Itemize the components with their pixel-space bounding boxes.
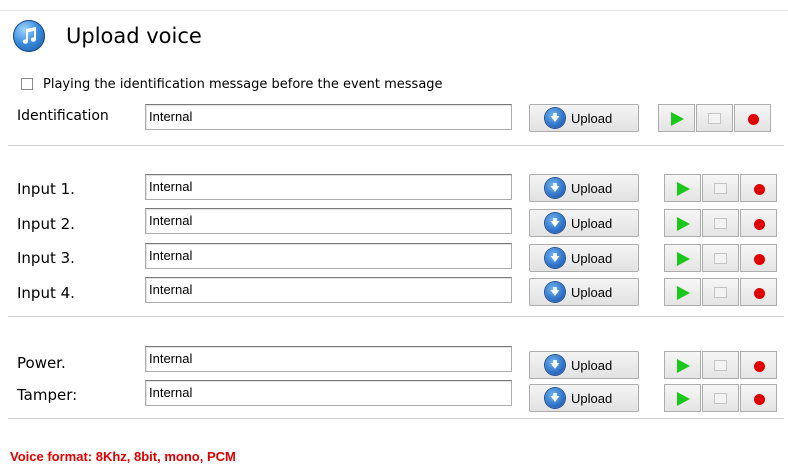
stop-button[interactable] <box>696 104 733 132</box>
input-1-field[interactable]: Internal <box>145 174 512 200</box>
input-2-playback-controls <box>664 209 777 237</box>
input-3-field[interactable]: Internal <box>145 243 512 269</box>
stop-icon <box>714 393 727 404</box>
stop-icon <box>708 113 721 124</box>
section-divider <box>8 418 784 419</box>
stop-icon <box>714 287 727 298</box>
identification-playback-controls <box>658 104 771 132</box>
record-icon <box>754 184 765 195</box>
play-button[interactable] <box>664 174 701 202</box>
upload-icon <box>545 213 565 233</box>
play-icon <box>677 217 690 231</box>
record-button[interactable] <box>740 351 777 379</box>
play-button[interactable] <box>664 278 701 306</box>
input-3-upload-button[interactable]: Upload <box>529 244 639 272</box>
stop-button[interactable] <box>702 351 739 379</box>
section-divider <box>8 316 784 317</box>
record-icon <box>748 114 759 125</box>
identification-checkbox[interactable] <box>21 78 33 90</box>
page-title: Upload voice <box>66 24 202 48</box>
play-icon <box>671 112 684 126</box>
play-icon <box>677 286 690 300</box>
record-button[interactable] <box>740 278 777 306</box>
upload-label: Upload <box>571 250 613 266</box>
play-button[interactable] <box>664 351 701 379</box>
row-label-tamper: Tamper: <box>17 386 78 404</box>
upload-icon <box>545 388 565 408</box>
input-3-playback-controls <box>664 244 777 272</box>
row-label-identification: Identification <box>17 108 109 124</box>
stop-button[interactable] <box>702 174 739 202</box>
stop-button[interactable] <box>702 278 739 306</box>
play-button[interactable] <box>664 209 701 237</box>
input-4-playback-controls <box>664 278 777 306</box>
identification-checkbox-row[interactable]: Playing the identification message befor… <box>21 75 443 93</box>
play-icon <box>677 359 690 373</box>
play-icon <box>677 252 690 266</box>
stop-button[interactable] <box>702 209 739 237</box>
stop-icon <box>714 360 727 371</box>
input-1-playback-controls <box>664 174 777 202</box>
record-button[interactable] <box>740 384 777 412</box>
power-playback-controls <box>664 351 777 379</box>
play-icon <box>677 392 690 406</box>
record-icon <box>754 254 765 265</box>
record-button[interactable] <box>734 104 771 132</box>
record-icon <box>754 288 765 299</box>
upload-label: Upload <box>571 390 613 406</box>
upload-icon <box>545 282 565 302</box>
tamper-playback-controls <box>664 384 777 412</box>
play-button[interactable] <box>664 244 701 272</box>
music-note-icon <box>13 20 45 52</box>
upload-label: Upload <box>571 110 613 126</box>
row-label-input-2: Input 2. <box>17 215 75 233</box>
power-upload-button[interactable]: Upload <box>529 351 639 379</box>
row-label-input-3: Input 3. <box>17 249 75 267</box>
input-2-field[interactable]: Internal <box>145 208 512 234</box>
tamper-upload-button[interactable]: Upload <box>529 384 639 412</box>
upload-label: Upload <box>571 357 613 373</box>
record-icon <box>754 394 765 405</box>
identification-upload-button[interactable]: Upload <box>529 104 639 132</box>
top-divider <box>0 10 788 11</box>
input-4-upload-button[interactable]: Upload <box>529 278 639 306</box>
play-button[interactable] <box>658 104 695 132</box>
power-field[interactable]: Internal <box>145 346 512 372</box>
stop-icon <box>714 253 727 264</box>
stop-button[interactable] <box>702 384 739 412</box>
upload-label: Upload <box>571 284 613 300</box>
upload-icon <box>545 108 565 128</box>
record-icon <box>754 219 765 230</box>
stop-icon <box>714 218 727 229</box>
upload-icon <box>545 355 565 375</box>
input-4-field[interactable]: Internal <box>145 277 512 303</box>
row-label-input-1: Input 1. <box>17 180 75 198</box>
input-1-upload-button[interactable]: Upload <box>529 174 639 202</box>
play-button[interactable] <box>664 384 701 412</box>
input-2-upload-button[interactable]: Upload <box>529 209 639 237</box>
identification-field[interactable]: Internal <box>145 104 512 130</box>
identification-checkbox-label: Playing the identification message befor… <box>43 76 443 92</box>
tamper-field[interactable]: Internal <box>145 380 512 406</box>
upload-icon <box>545 178 565 198</box>
record-icon <box>754 361 765 372</box>
upload-label: Upload <box>571 215 613 231</box>
stop-button[interactable] <box>702 244 739 272</box>
record-button[interactable] <box>740 174 777 202</box>
play-icon <box>677 182 690 196</box>
voice-format-note: Voice format: 8Khz, 8bit, mono, PCM <box>10 449 236 464</box>
record-button[interactable] <box>740 209 777 237</box>
section-divider <box>8 145 784 146</box>
upload-icon <box>545 248 565 268</box>
upload-label: Upload <box>571 180 613 196</box>
row-label-power: Power. <box>17 354 66 372</box>
row-label-input-4: Input 4. <box>17 284 75 302</box>
record-button[interactable] <box>740 244 777 272</box>
stop-icon <box>714 183 727 194</box>
